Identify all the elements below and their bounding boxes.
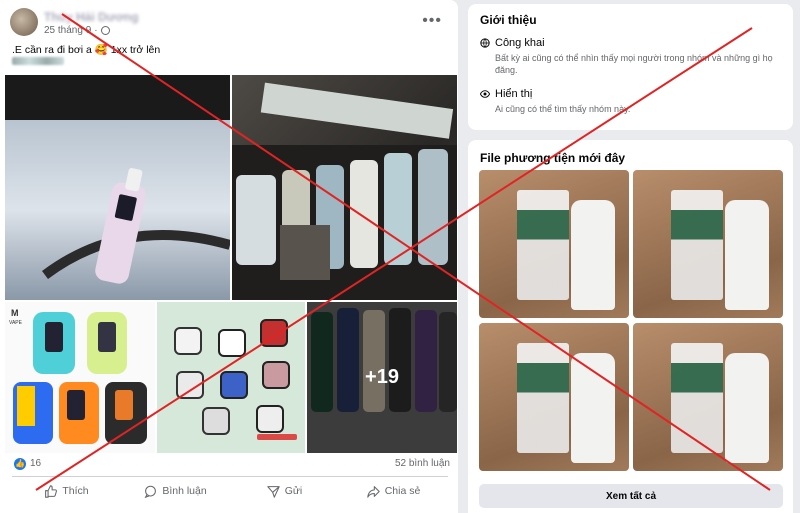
photo-3[interactable]: M VAPE [5,302,155,453]
post-caption: .E cần ra đi bơi a 🥰 1xx trở lên [12,44,161,56]
send-button[interactable]: Gửi [230,480,339,502]
photo-1[interactable] [5,75,230,300]
post-date[interactable]: 25 tháng 9 [44,25,91,36]
share-button[interactable]: Chia sẻ [339,480,448,502]
recent-media-card: File phương tiện mới đây Xem tất cả [468,140,793,513]
globe-icon [480,38,490,48]
more-options-icon[interactable]: ••• [422,12,442,30]
photo-2[interactable] [232,75,457,300]
thumbs-up-icon [45,484,58,498]
post-meta: 25 tháng 9 · [44,25,110,36]
photo-4[interactable] [157,302,305,453]
comment-icon [144,485,157,498]
more-photos-overlay[interactable]: +19 [307,302,457,453]
post-actions: Thích Bình luận Gửi Chia sẻ [12,480,448,502]
svg-text:M: M [11,308,19,318]
comment-label: Bình luận [162,485,207,497]
comment-count[interactable]: 52 bình luận [395,458,450,469]
post-card: Thủy Hải Dương 25 tháng 9 · ••• .E cần r… [0,0,458,513]
post-header: Thủy Hải Dương 25 tháng 9 · ••• [10,6,450,38]
like-label: Thích [62,485,89,497]
public-desc: Bất kỳ ai cũng có thể nhìn thấy mọi ngườ… [495,53,773,75]
photo-5[interactable]: +19 [307,302,457,453]
about-card: Giới thiệu Công khai Bất kỳ ai cũng có t… [468,4,793,130]
author-avatar[interactable] [10,8,38,36]
send-label: Gửi [284,485,303,497]
globe-icon [100,26,110,35]
media-thumb-4[interactable] [633,323,783,471]
blurred-text [12,57,64,65]
visible-desc: Ai cũng có thể tìm thấy nhóm này. [495,104,631,114]
like-count[interactable]: 16 [30,458,41,469]
visible-title: Hiển thị [495,88,533,100]
see-all-button[interactable]: Xem tất cả [479,484,783,508]
media-thumb-1[interactable] [479,170,629,318]
vape-logo-text: VAPE [9,320,23,326]
media-thumb-2[interactable] [633,170,783,318]
comment-button[interactable]: Bình luận [121,480,230,502]
public-title: Công khai [495,37,545,49]
eye-icon [480,90,490,98]
post-stats: 👍 16 52 bình luận [14,458,450,472]
share-icon [366,485,380,498]
media-thumb-3[interactable] [479,323,629,471]
media-title: File phương tiện mới đây [480,151,626,165]
photo-grid: M VAPE +19 [5,75,457,453]
share-label: Chia sẻ [384,485,421,497]
about-title: Giới thiệu [480,13,537,27]
like-button[interactable]: Thích [12,480,121,502]
like-reaction-icon: 👍 [14,458,26,470]
send-icon [267,485,280,498]
divider [12,476,448,477]
author-name[interactable]: Thủy Hải Dương [44,10,139,24]
